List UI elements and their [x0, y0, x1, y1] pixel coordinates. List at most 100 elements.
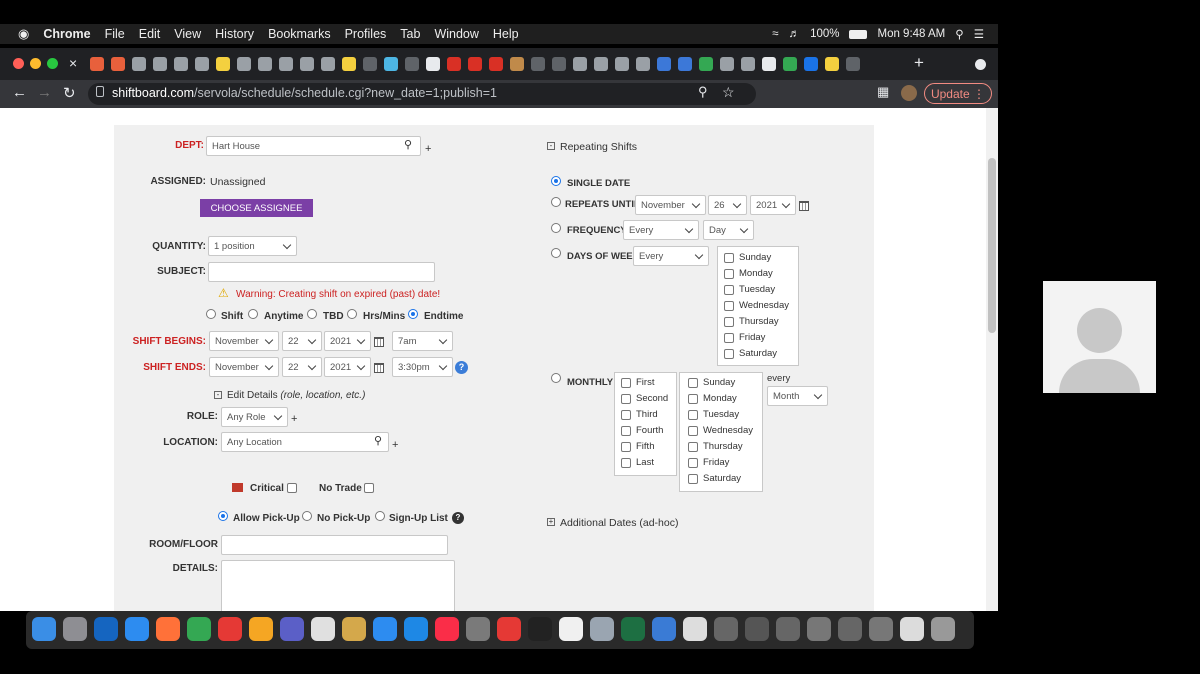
ends-calendar-icon[interactable] — [374, 363, 384, 373]
dock-app-icon[interactable] — [32, 617, 56, 641]
dock-app-icon[interactable] — [714, 617, 738, 641]
pinned-tab-icon[interactable] — [174, 57, 188, 71]
ends-time-select[interactable]: 3:30pm — [392, 357, 453, 377]
pinned-tab-icon[interactable] — [132, 57, 146, 71]
begins-time-select[interactable]: 7am — [392, 331, 453, 351]
update-button[interactable]: Update ⋮ — [924, 83, 992, 104]
dock-app-icon[interactable] — [528, 617, 552, 641]
begins-year-select[interactable]: 2021 — [324, 331, 371, 351]
critical-checkbox[interactable] — [287, 483, 297, 493]
collapse-repeating-icon[interactable]: - — [547, 142, 555, 150]
radio-anytime[interactable] — [248, 309, 258, 319]
new-tab-icon[interactable]: + — [914, 53, 924, 73]
ordinal-checkbox[interactable] — [621, 394, 631, 404]
menu-profiles[interactable]: Profiles — [345, 27, 387, 41]
menu-file[interactable]: File — [105, 27, 125, 41]
pinned-tab-icon[interactable] — [510, 57, 524, 71]
pinned-tab-icon[interactable] — [783, 57, 797, 71]
search-icon[interactable]: ⚲ — [404, 138, 412, 151]
pinned-tab-icon[interactable] — [552, 57, 566, 71]
pinned-tab-icon[interactable] — [300, 57, 314, 71]
dock-app-icon[interactable] — [900, 617, 924, 641]
dow-every-select[interactable]: Every — [633, 246, 709, 266]
bookmark-star-icon[interactable]: ☆ — [722, 84, 735, 101]
frequency-unit-select[interactable]: Day — [703, 220, 754, 240]
menu-history[interactable]: History — [215, 27, 254, 41]
month-unit-select[interactable]: Month — [767, 386, 828, 406]
dock-app-icon[interactable] — [590, 617, 614, 641]
reload-icon[interactable]: ↻ — [63, 84, 76, 102]
lock-icon[interactable] — [96, 86, 104, 97]
dock-app-icon[interactable] — [838, 617, 862, 641]
radio-days-of-week[interactable] — [551, 248, 561, 258]
spotlight-icon[interactable]: ⚲ — [955, 27, 963, 41]
radio-allow-pickup[interactable] — [218, 511, 228, 521]
frequency-every-select[interactable]: Every — [623, 220, 699, 240]
pinned-tab-icon[interactable] — [531, 57, 545, 71]
ordinal-checkbox[interactable] — [621, 458, 631, 468]
dock-app-icon[interactable] — [559, 617, 583, 641]
zoom-window-icon[interactable] — [47, 58, 58, 69]
dock-app-icon[interactable] — [249, 617, 273, 641]
weekday-checkbox[interactable] — [724, 253, 734, 263]
pinned-tab-icon[interactable] — [153, 57, 167, 71]
radio-shift[interactable] — [206, 309, 216, 319]
dock-app-icon[interactable] — [869, 617, 893, 641]
pinned-tab-icon[interactable] — [489, 57, 503, 71]
pinned-tab-icon[interactable] — [678, 57, 692, 71]
ordinal-checkbox[interactable] — [621, 426, 631, 436]
weekday-checkbox[interactable] — [724, 349, 734, 359]
dock-app-icon[interactable] — [466, 617, 490, 641]
dock-app-icon[interactable] — [187, 617, 211, 641]
dock-app-icon[interactable] — [776, 617, 800, 641]
pinned-tab-icon[interactable] — [111, 57, 125, 71]
dock-app-icon[interactable] — [621, 617, 645, 641]
monthly-weekday-checkbox[interactable] — [688, 426, 698, 436]
pinned-tab-icon[interactable] — [594, 57, 608, 71]
dept-input[interactable]: Hart House — [206, 136, 421, 156]
weekday-checkbox[interactable] — [724, 269, 734, 279]
volume-icon[interactable]: ♬ — [789, 28, 801, 40]
begins-month-select[interactable]: November — [209, 331, 279, 351]
until-calendar-icon[interactable] — [799, 201, 809, 211]
menu-window[interactable]: Window — [434, 27, 478, 41]
edit-details-link[interactable]: Edit Details (role, location, etc.) — [227, 390, 365, 401]
location-search-icon[interactable]: ⚲ — [374, 434, 382, 447]
pinned-tab-icon[interactable] — [279, 57, 293, 71]
menu-bookmarks[interactable]: Bookmarks — [268, 27, 331, 41]
pinned-tab-icon[interactable] — [321, 57, 335, 71]
menubar-clock[interactable]: Mon 9:48 AM — [877, 28, 945, 40]
room-floor-input[interactable] — [221, 535, 448, 555]
radio-tbd[interactable] — [307, 309, 317, 319]
dock-app-icon[interactable] — [373, 617, 397, 641]
dock-app-icon[interactable] — [63, 617, 87, 641]
extensions-icon[interactable]: ▦ — [877, 84, 889, 100]
url-text[interactable]: shiftboard.com/servola/schedule/schedule… — [112, 86, 497, 100]
quantity-select[interactable]: 1 position — [208, 236, 297, 256]
dock-app-icon[interactable] — [218, 617, 242, 641]
radio-hrs-mins[interactable] — [347, 309, 357, 319]
begins-day-select[interactable]: 22 — [282, 331, 322, 351]
dock-app-icon[interactable] — [435, 617, 459, 641]
ends-day-select[interactable]: 22 — [282, 357, 322, 377]
close-window-icon[interactable] — [13, 58, 24, 69]
weekday-checkbox[interactable] — [724, 333, 734, 343]
close-tab-icon[interactable]: × — [69, 55, 77, 71]
page-scrollbar[interactable] — [986, 108, 998, 611]
collapse-details-icon[interactable]: - — [214, 391, 222, 399]
monthly-weekday-checkbox[interactable] — [688, 394, 698, 404]
pinned-tab-icon[interactable] — [216, 57, 230, 71]
dock-app-icon[interactable] — [652, 617, 676, 641]
monthly-weekday-checkbox[interactable] — [688, 474, 698, 484]
pinned-tab-icon[interactable] — [237, 57, 251, 71]
dock-app-icon[interactable] — [683, 617, 707, 641]
dock-app-icon[interactable] — [342, 617, 366, 641]
pinned-tab-icon[interactable] — [573, 57, 587, 71]
add-role-icon[interactable]: + — [291, 413, 297, 425]
location-input[interactable]: Any Location — [221, 432, 389, 452]
ends-year-select[interactable]: 2021 — [324, 357, 371, 377]
pinned-tab-icon[interactable] — [846, 57, 860, 71]
profile-avatar[interactable] — [901, 85, 917, 101]
no-trade-checkbox[interactable] — [364, 483, 374, 493]
pinned-tab-icon[interactable] — [762, 57, 776, 71]
